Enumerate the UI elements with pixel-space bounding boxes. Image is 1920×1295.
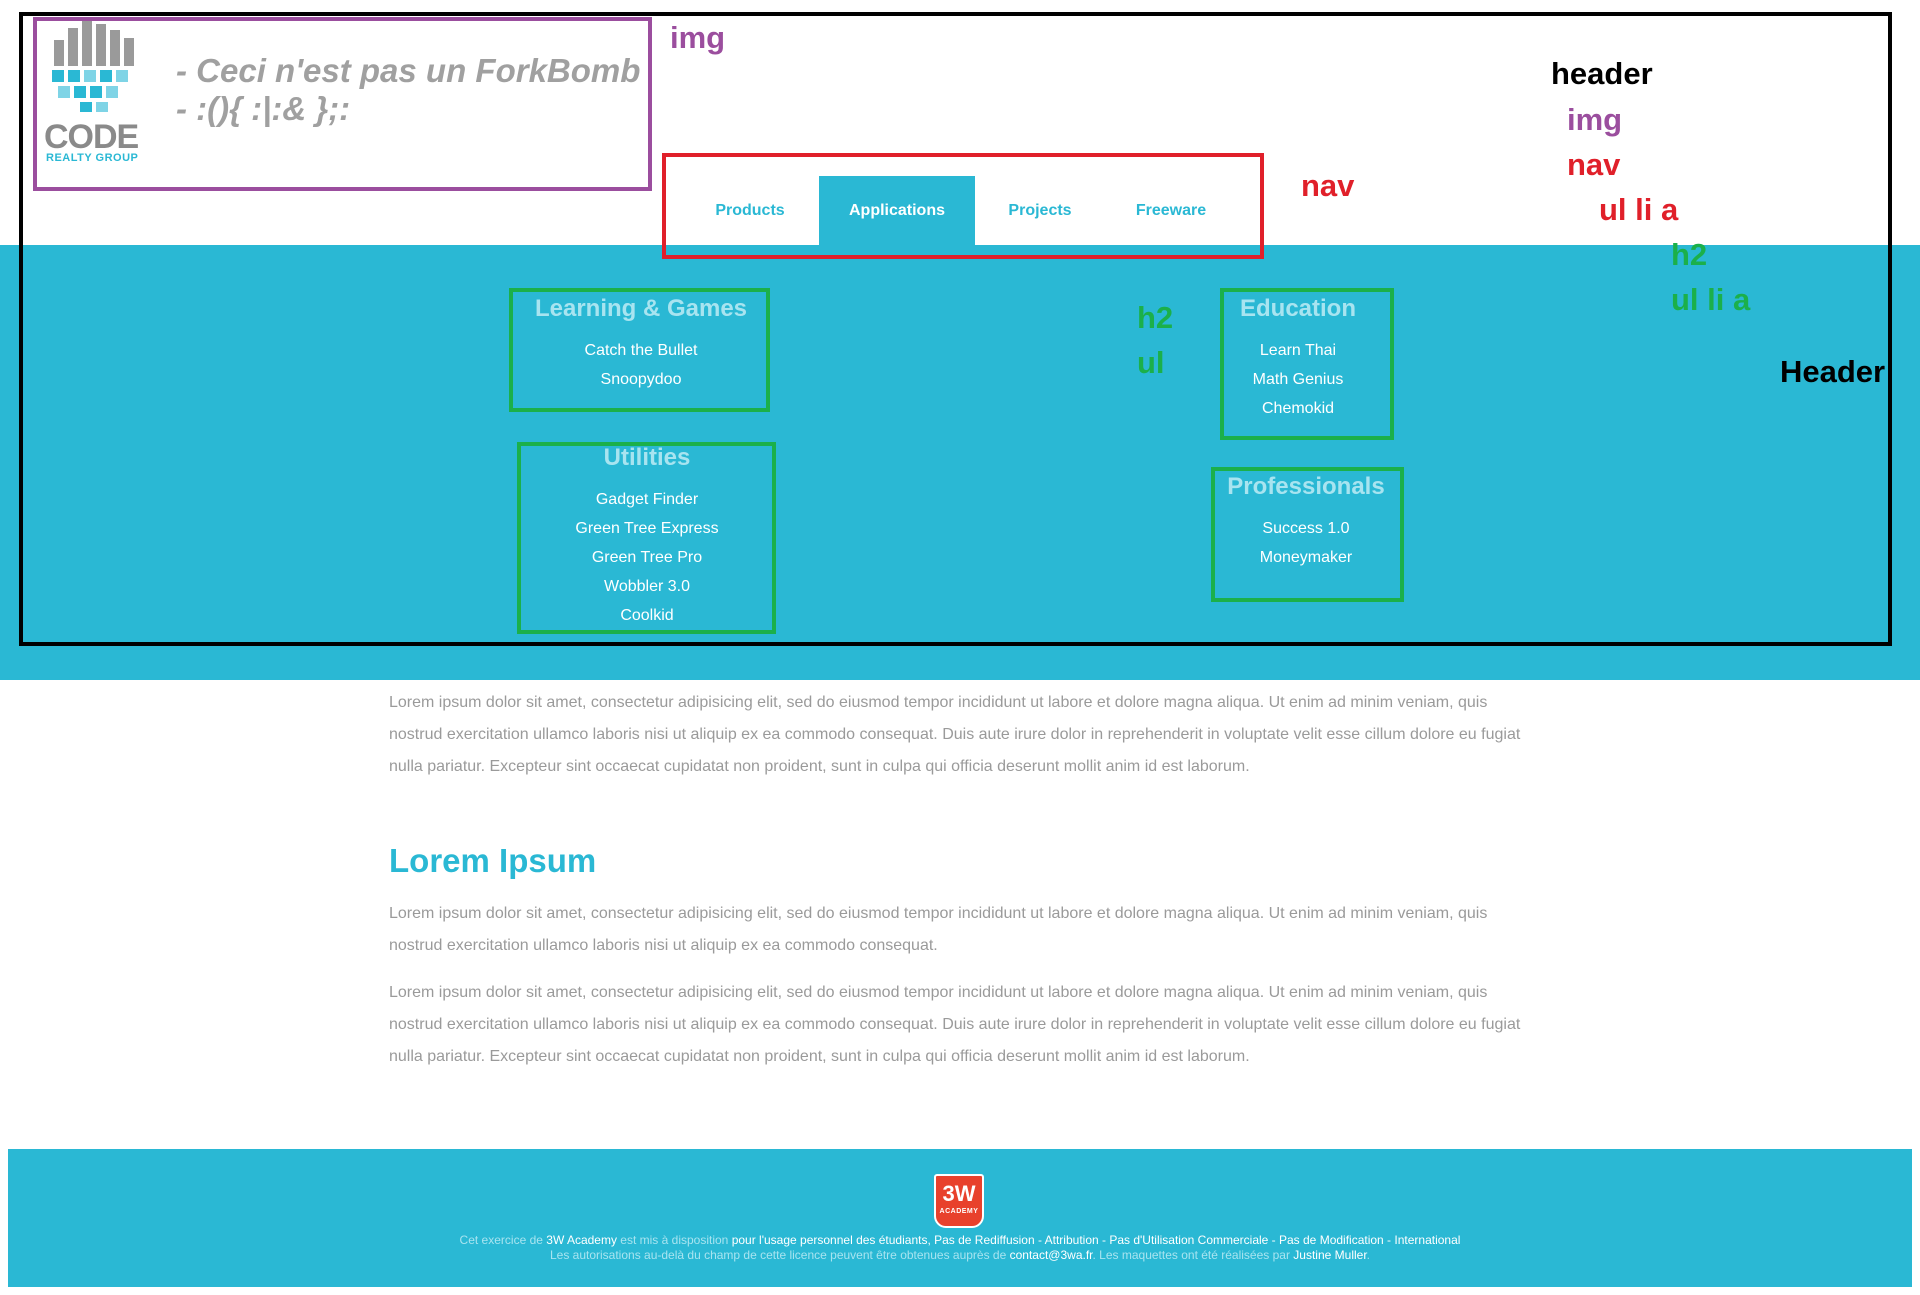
legend-img: img <box>1567 102 1623 137</box>
content-paragraph-2: Lorem ipsum dolor sit amet, consectetur … <box>389 984 1521 1065</box>
legend-header: header <box>1551 56 1653 91</box>
footer-text: . Les maquettes ont été réalisées par <box>1092 1248 1294 1262</box>
content-heading: Lorem Ipsum <box>389 842 597 879</box>
annotation-list-box <box>1220 288 1394 440</box>
annotation-nav-label: nav <box>1301 168 1355 203</box>
annotation-nav-box <box>662 153 1264 259</box>
annotation-list-box <box>509 288 770 412</box>
annotation-header-label: Header <box>1780 354 1886 389</box>
footer-text: . <box>1366 1248 1371 1262</box>
footer-permissions-line: Les autorisations au-delà du champ de ce… <box>0 1248 1920 1263</box>
legend-h2: h2 <box>1671 237 1708 272</box>
annotation-img-box <box>33 17 652 191</box>
content-paragraph-1: Lorem ipsum dolor sit amet, consectetur … <box>389 905 1488 954</box>
legend-ul-li-a-2: ul li a <box>1671 282 1751 317</box>
annotation-h2-label: h2 <box>1137 300 1174 335</box>
footer-license-line: Cet exercice de 3W Academy est mis à dis… <box>0 1233 1920 1248</box>
legend-ul-li-a: ul li a <box>1599 192 1679 227</box>
annotation-list-box <box>517 442 776 634</box>
academy-badge-icon[interactable]: 3W ACADEMY <box>934 1174 984 1228</box>
footer-link-license[interactable]: pour l'usage personnel des étudiants, Pa… <box>732 1233 1461 1247</box>
legend-nav: nav <box>1567 147 1621 182</box>
footer-link-author[interactable]: Justine Muller <box>1293 1248 1366 1262</box>
footer-link-email[interactable]: contact@3wa.fr <box>1010 1248 1093 1262</box>
footer-text: est mis à disposition <box>616 1233 732 1247</box>
annotation-ul-label: ul <box>1137 345 1165 380</box>
annotation-img-label: img <box>670 20 726 55</box>
badge-3w: 3W <box>942 1181 976 1206</box>
badge-academy: ACADEMY <box>939 1208 979 1215</box>
footer-text: Les autorisations au-delà du champ de ce… <box>549 1248 1010 1262</box>
footer-text: Cet exercice de <box>459 1233 547 1247</box>
footer-link-3w-academy[interactable]: 3W Academy <box>546 1233 617 1247</box>
annotation-list-box <box>1211 467 1404 602</box>
intro-paragraph: Lorem ipsum dolor sit amet, consectetur … <box>389 694 1521 775</box>
